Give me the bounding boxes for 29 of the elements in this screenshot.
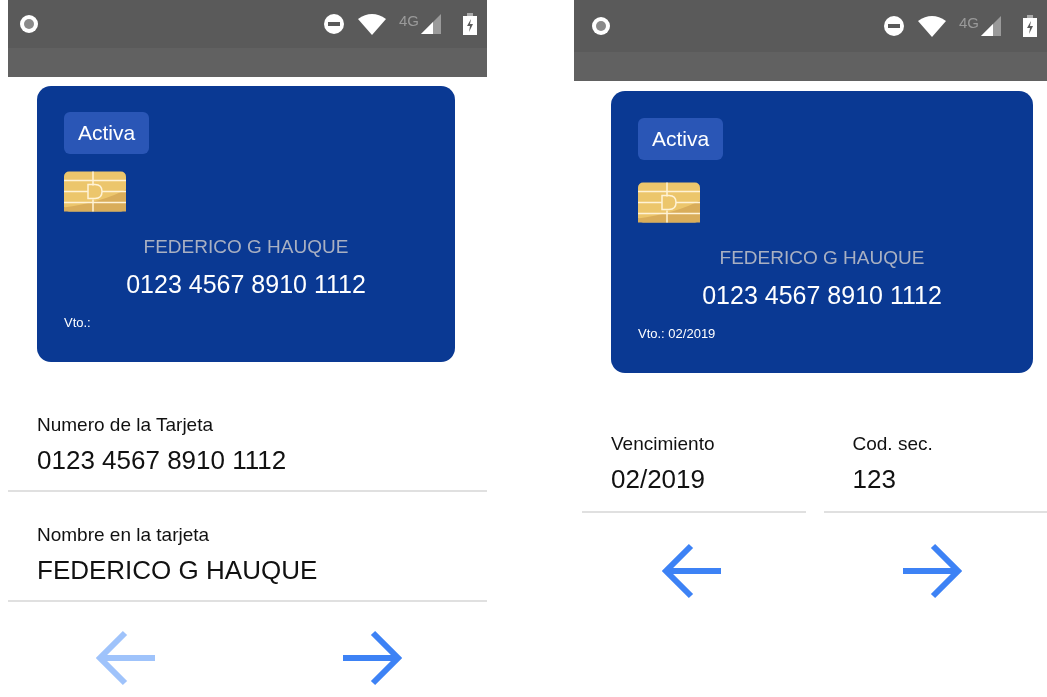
battery-charging-icon — [463, 13, 477, 35]
forward-arrow-button[interactable] — [901, 541, 963, 601]
back-arrow-button[interactable] — [661, 541, 723, 601]
do-not-disturb-icon — [323, 13, 345, 35]
status-badge: Activa — [638, 118, 724, 160]
network-type: 4G — [959, 13, 979, 31]
record-icon — [590, 15, 612, 37]
do-not-disturb-icon — [883, 15, 905, 37]
card-holder-name: FEDERICO G HAUQUE — [719, 247, 925, 269]
battery-charging-icon — [1023, 15, 1037, 37]
wifi-icon — [357, 13, 387, 35]
forward-arrow-button[interactable] — [341, 628, 403, 688]
status-badge: Activa — [64, 112, 150, 154]
text-field[interactable]: Nombre en la tarjeta FEDERICO G HAUQUE — [8, 524, 487, 602]
card-number: 0123 4567 8910 1112 — [702, 281, 942, 310]
card-expiry: Vto.: 02/2019 — [638, 326, 716, 341]
signal-icon — [981, 16, 1001, 36]
record-icon — [18, 13, 40, 35]
chip-icon — [638, 182, 700, 223]
text-field[interactable]: Numero de la Tarjeta 0123 4567 8910 1112 — [8, 414, 487, 492]
wifi-icon — [917, 15, 947, 37]
card-expiry: Vto.: — [64, 315, 91, 330]
network-type: 4G — [399, 11, 419, 29]
text-field[interactable]: Cod. sec. 123 — [823, 433, 1047, 513]
chip-icon — [64, 171, 126, 212]
card-number: 0123 4567 8910 1112 — [126, 270, 366, 299]
text-field[interactable]: Vencimiento 02/2019 — [582, 433, 806, 513]
signal-icon — [421, 14, 441, 34]
card-holder-name: FEDERICO G HAUQUE — [143, 236, 349, 258]
